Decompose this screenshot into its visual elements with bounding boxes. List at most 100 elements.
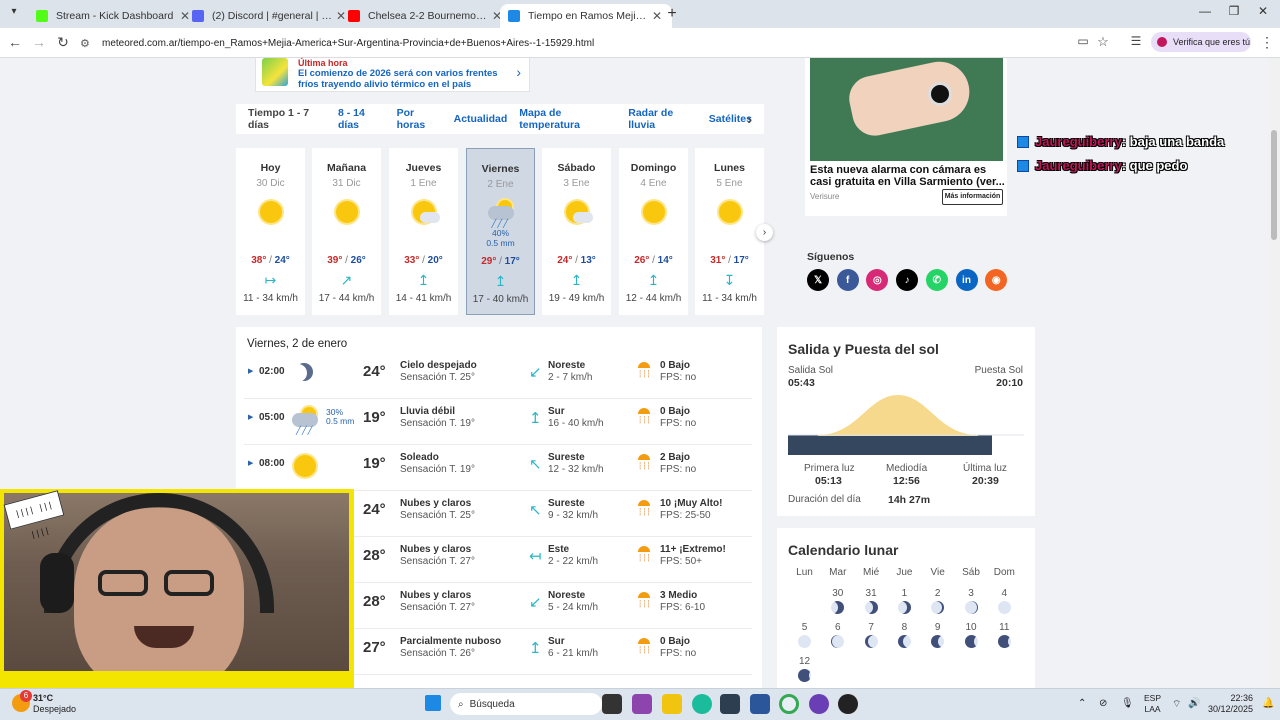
day-card[interactable]: Hoy 30 Dic 38° / 24° ↦ 11 - 34 km/h bbox=[236, 148, 305, 315]
chevron-right-icon[interactable]: › bbox=[516, 64, 521, 80]
expand-triangle-icon[interactable]: ▶ bbox=[248, 367, 253, 375]
site-info-icon[interactable]: ⚙ bbox=[80, 37, 94, 50]
clock[interactable]: 22:36 30/12/2025 bbox=[1205, 693, 1253, 715]
ad-source: Verisure bbox=[810, 192, 840, 201]
temp-high: 31° bbox=[710, 255, 726, 266]
chrome-icon[interactable] bbox=[779, 694, 799, 714]
word-icon[interactable] bbox=[750, 694, 770, 714]
cloud-icon bbox=[419, 212, 440, 223]
day-card[interactable]: Lunes 5 Ene 31° / 17° ↧ 11 - 34 km/h bbox=[695, 148, 764, 315]
file-explorer-icon[interactable] bbox=[662, 694, 682, 714]
tab-favicon-icon bbox=[348, 10, 360, 22]
hourly-row[interactable]: ▶ 02:00 24° Cielo despejado Sensación T. 25°… bbox=[244, 353, 752, 399]
tab-title: Chelsea 2-2 Bournemouth | HIG bbox=[368, 10, 490, 22]
linkedin-icon[interactable]: in bbox=[955, 269, 978, 291]
mic-icon[interactable]: 🎙 bbox=[1121, 698, 1134, 709]
bookmark-star-icon[interactable]: ☆ bbox=[1094, 34, 1112, 50]
task-view-icon[interactable] bbox=[602, 694, 622, 714]
last-light-label: Última luz bbox=[963, 463, 1007, 474]
search-icon: ⌕ bbox=[458, 698, 464, 710]
network-off-icon[interactable]: ⊘ bbox=[1099, 698, 1107, 709]
volume-icon[interactable]: 🔊 bbox=[1188, 698, 1200, 709]
tray-chevron-icon[interactable]: ⌃ bbox=[1078, 698, 1086, 709]
day-card[interactable]: Mañana 31 Dic 39° / 26° ↗ 17 - 44 km/h bbox=[312, 148, 381, 315]
tab-favicon-icon bbox=[508, 10, 520, 22]
obs-icon[interactable] bbox=[838, 694, 858, 714]
moon-phase-icon bbox=[964, 635, 978, 648]
edge-icon[interactable] bbox=[692, 694, 712, 714]
weather-icon bbox=[717, 199, 743, 225]
ad-more-button[interactable]: Más información bbox=[942, 189, 1003, 205]
app-icon[interactable] bbox=[809, 694, 829, 714]
subnav-link[interactable]: Radar de lluvia bbox=[628, 107, 697, 131]
ad-card[interactable]: Esta nueva alarma con cámara es casi gra… bbox=[805, 58, 1007, 216]
sunrise-card: Salida y Puesta del sol Salida Sol 05:43… bbox=[777, 327, 1035, 516]
subnav-link[interactable]: Satélites bbox=[709, 113, 752, 125]
chat-username: Jaureguiberry bbox=[1035, 158, 1122, 173]
whatsapp-icon[interactable]: ✆ bbox=[925, 269, 948, 291]
feels-like: Sensación T. 27° bbox=[400, 556, 475, 567]
cast-icon[interactable]: ▭ bbox=[1074, 34, 1092, 48]
moon-phase-icon bbox=[798, 635, 811, 648]
taskbar-search[interactable]: ⌕ Búsqueda bbox=[450, 693, 602, 715]
chat-username: Jaureguiberry bbox=[1035, 134, 1122, 149]
detail-title: Viernes, 2 de enero bbox=[247, 338, 348, 350]
language-indicator[interactable]: ESP LAA bbox=[1144, 693, 1161, 715]
hourly-row[interactable]: ▶ 05:00 ╱╱╱ 30% 0.5 mm 19° Lluvia débil Sensaci… bbox=[244, 399, 752, 445]
day-card[interactable]: Sábado 3 Ene 24° / 13° ↥ 19 - 49 km/h bbox=[542, 148, 611, 315]
subnav-link[interactable]: Actualidad bbox=[454, 113, 508, 125]
news-thumbnail bbox=[262, 58, 288, 86]
hour-temp: 27° bbox=[363, 639, 386, 656]
chevron-right-icon[interactable]: › bbox=[747, 111, 752, 127]
temp-range: 29° / 17° bbox=[467, 256, 534, 267]
tab-2[interactable]: (2) Discord | #general | Liberisc✕ bbox=[184, 4, 356, 28]
notifications-icon[interactable]: 🔔 bbox=[1262, 698, 1274, 709]
close-window-icon[interactable]: ✕ bbox=[1248, 4, 1278, 18]
subnav-link[interactable]: Mapa de temperatura bbox=[519, 107, 616, 131]
ad-title[interactable]: Esta nueva alarma con cámara es casi gra… bbox=[810, 164, 1006, 188]
tab-4[interactable]: Tiempo en Ramos Mejia. Clima✕ bbox=[500, 4, 672, 28]
start-icon[interactable] bbox=[425, 695, 441, 711]
x-icon[interactable]: 𝕏 bbox=[807, 269, 829, 291]
close-tab-icon[interactable]: ✕ bbox=[650, 9, 664, 23]
reading-list-icon[interactable]: ☰ bbox=[1127, 34, 1145, 48]
wind-speed: 11 - 34 km/h bbox=[702, 293, 757, 304]
subnav-link[interactable]: 8 - 14 días bbox=[338, 107, 385, 131]
store-icon[interactable] bbox=[720, 694, 740, 714]
subnav-link[interactable]: Tiempo 1 - 7 días bbox=[248, 107, 326, 131]
news-headline[interactable]: El comienzo de 2026 será con varios fren… bbox=[298, 68, 513, 90]
scrollbar-thumb[interactable] bbox=[1271, 130, 1277, 240]
breaking-news-card[interactable]: Última hora El comienzo de 2026 será con… bbox=[255, 58, 530, 92]
day-card[interactable]: Viernes 2 Ene ╱╱╱ 40% 0.5 mm 29° / 17° ↥ 17 - 4… bbox=[466, 148, 535, 315]
wind-speed: 16 - 40 km/h bbox=[548, 418, 604, 429]
day-name: Hoy bbox=[260, 162, 281, 174]
hourly-row[interactable]: ▶ 08:00 19° Soleado Sensación T. 19° ↖ Sureste… bbox=[244, 445, 752, 491]
moon-phase-icon bbox=[964, 601, 978, 614]
notification-badge: 6 bbox=[20, 690, 32, 702]
address-bar[interactable]: ⚙ meteored.com.ar/tiempo-en_Ramos+Mejia-… bbox=[80, 33, 1120, 53]
temp-separator: / bbox=[725, 255, 734, 266]
maximize-icon[interactable]: ❐ bbox=[1219, 4, 1249, 18]
tab-1[interactable]: Stream - Kick Dashboard ✕ bbox=[28, 4, 200, 28]
wifi-icon[interactable]: ⌔ bbox=[1172, 698, 1181, 711]
menu-icon[interactable]: ⋮ bbox=[1258, 34, 1276, 51]
subnav-link[interactable]: Por horas bbox=[397, 107, 442, 131]
wind-arrow-icon: ↥ bbox=[647, 272, 660, 288]
expand-triangle-icon[interactable]: ▶ bbox=[248, 459, 253, 467]
next-days-button[interactable]: › bbox=[756, 224, 773, 241]
tab-search-icon[interactable]: ▾ bbox=[6, 6, 22, 22]
moon-calendar-card: Calendario lunar Lun Mar Mié Jue Vie Sáb Dom 3… bbox=[777, 528, 1035, 693]
new-tab-button[interactable]: + bbox=[664, 5, 680, 23]
facebook-icon[interactable]: f bbox=[836, 269, 859, 291]
reload-icon[interactable]: ↻ bbox=[54, 34, 72, 51]
day-card[interactable]: Domingo 4 Ene 26° / 14° ↥ 12 - 44 km/h bbox=[619, 148, 688, 315]
minimize-icon[interactable]: — bbox=[1190, 4, 1220, 18]
forward-icon[interactable]: → bbox=[30, 34, 48, 50]
day-card[interactable]: Jueves 1 Ene 33° / 20° ↥ 14 - 41 km/h bbox=[389, 148, 458, 315]
back-icon[interactable]: ← bbox=[6, 34, 24, 50]
tiktok-icon[interactable]: ♪ bbox=[896, 269, 919, 291]
profile-button[interactable]: Verifica que eres tú bbox=[1151, 32, 1251, 52]
tab-3[interactable]: Chelsea 2-2 Bournemouth | HIG✕ bbox=[340, 4, 512, 28]
copilot-icon[interactable] bbox=[632, 694, 652, 714]
expand-triangle-icon[interactable]: ▶ bbox=[248, 413, 253, 421]
